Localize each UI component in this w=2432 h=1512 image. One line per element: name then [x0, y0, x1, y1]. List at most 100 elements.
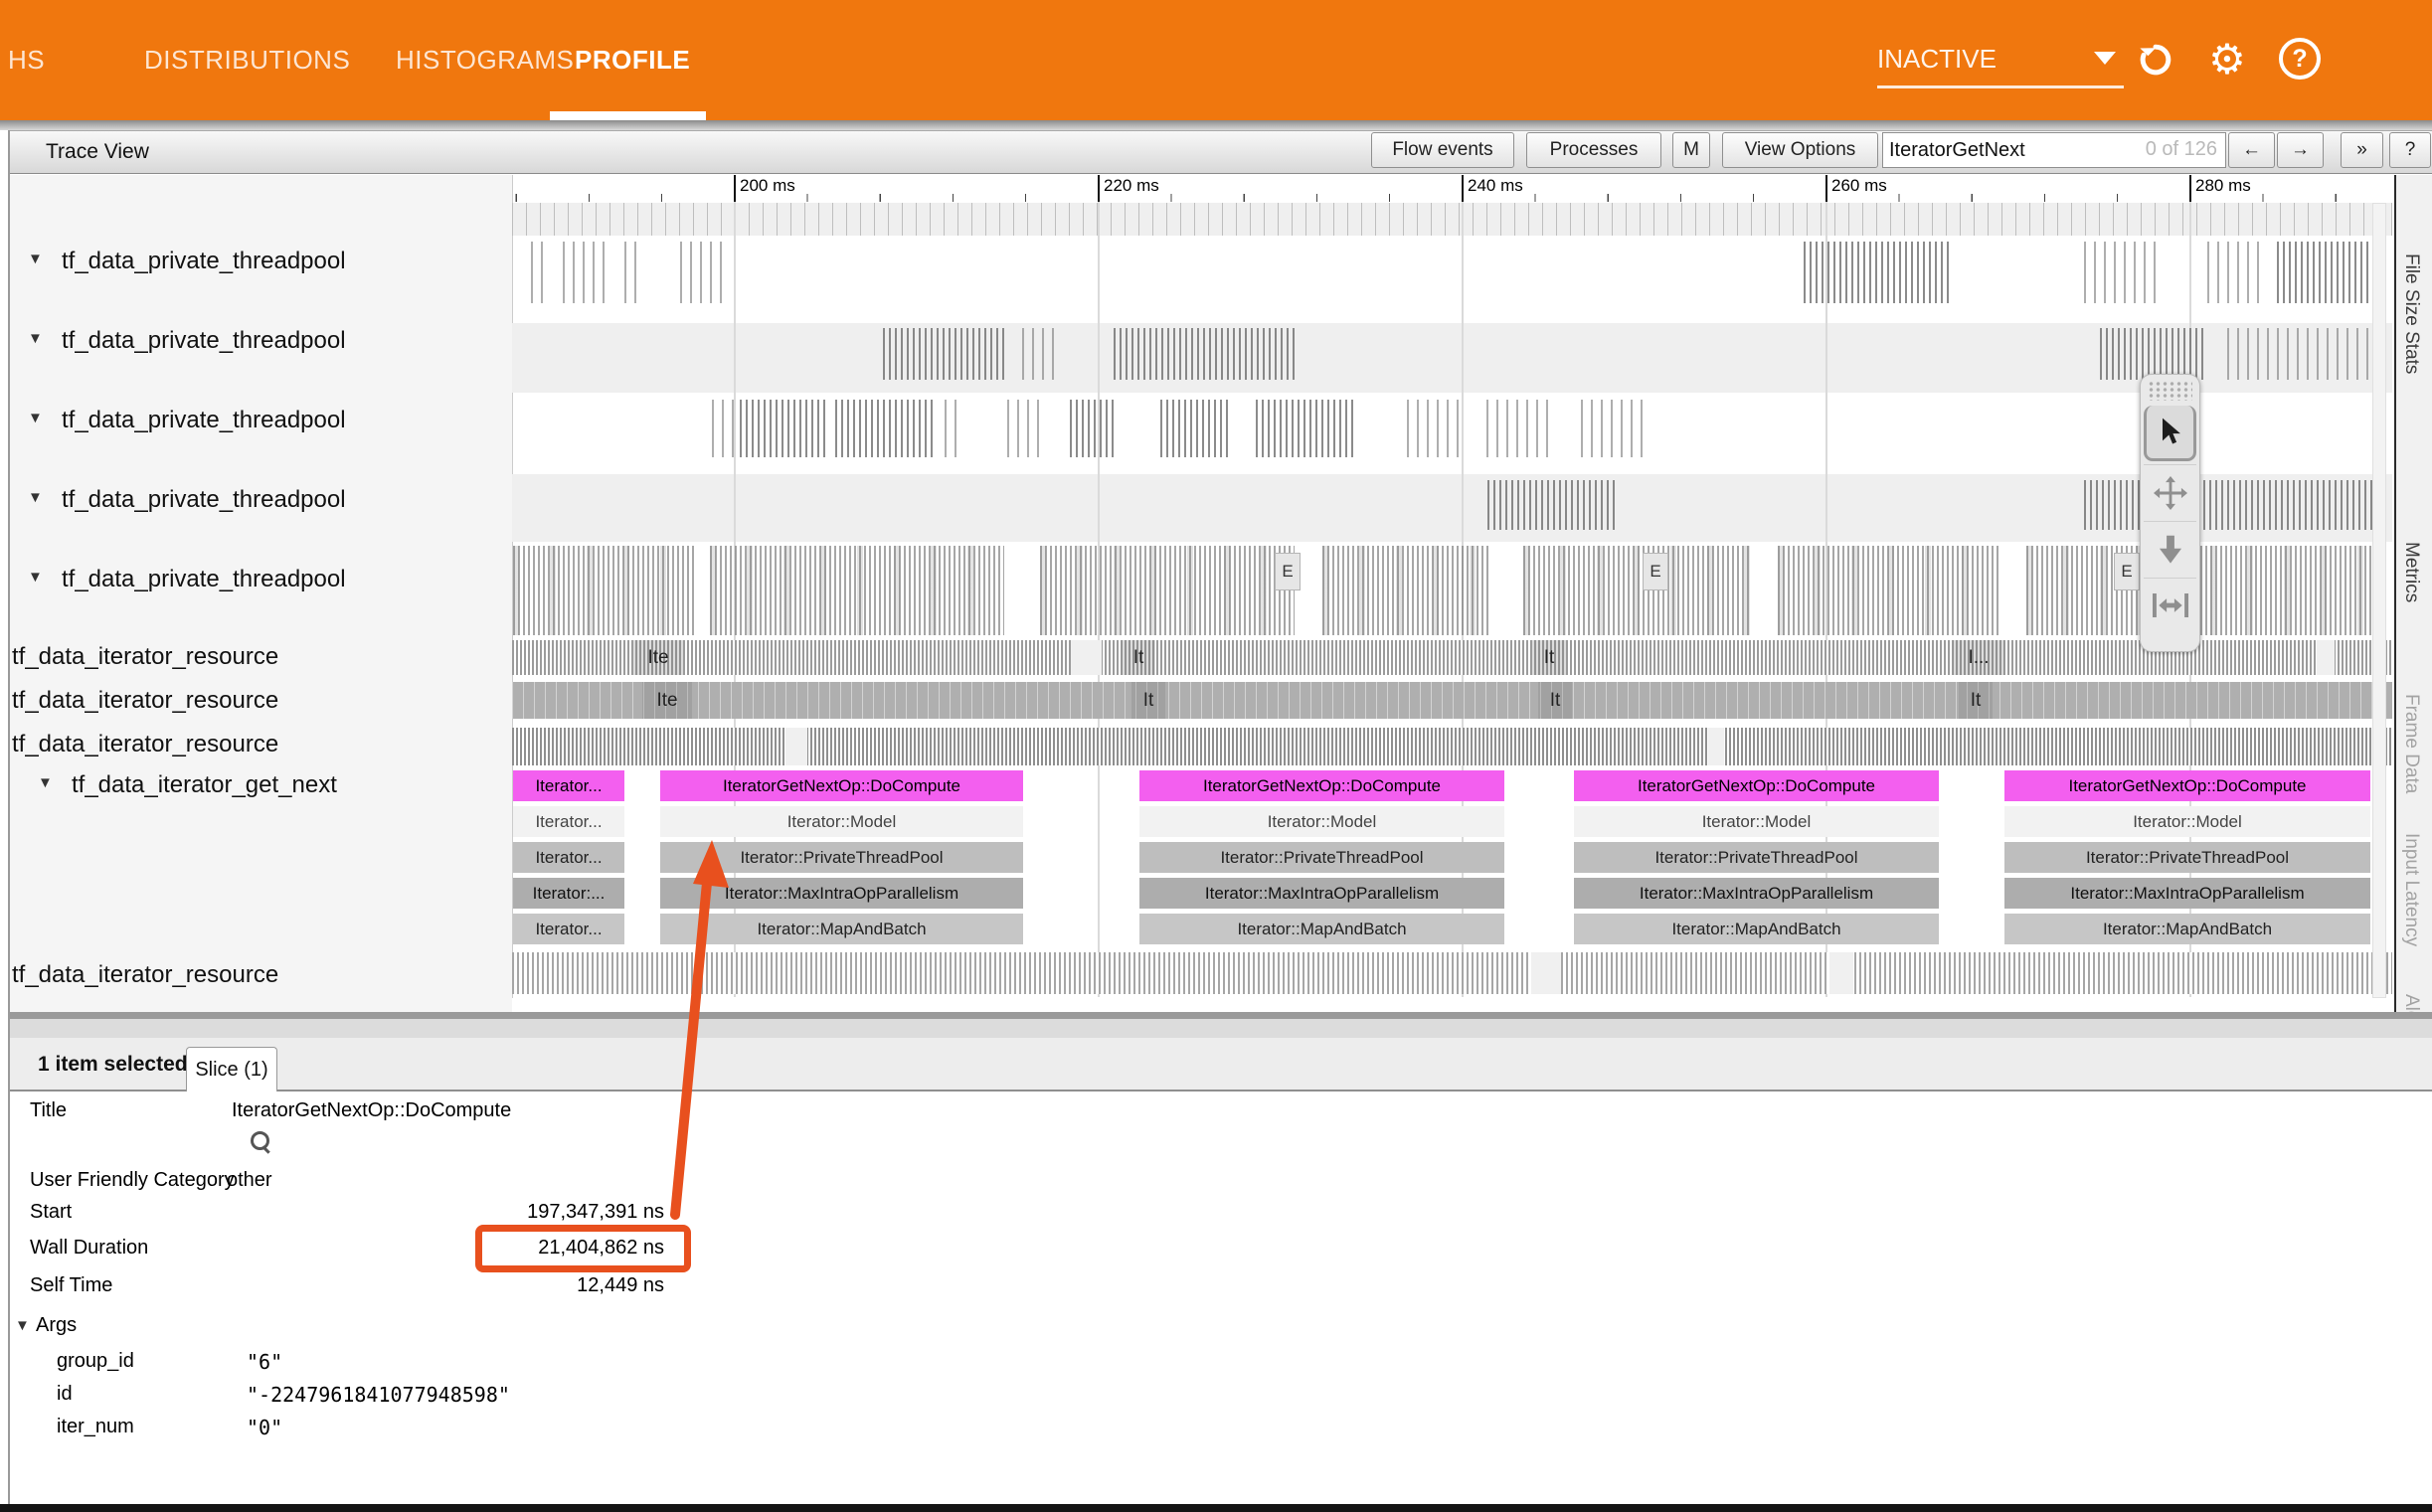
- slice-cluster: [1022, 328, 1058, 380]
- pan-tool-button[interactable]: [2144, 464, 2196, 520]
- help-icon[interactable]: ?: [2279, 38, 2321, 80]
- track-label-iterator-get-next[interactable]: tf_data_iterator_get_next: [72, 771, 337, 799]
- tab-histograms[interactable]: HISTOGRAMS: [396, 40, 574, 80]
- track-band-partial[interactable]: [512, 203, 2392, 236]
- resource-track-row-2[interactable]: [512, 682, 2392, 719]
- gear-icon[interactable]: ⚙: [2205, 38, 2249, 82]
- find-previous-button[interactable]: ←: [2228, 132, 2275, 168]
- slice-iterator-getnext[interactable]: IteratorGetNextOp::DoCompute: [660, 770, 1023, 801]
- slice-cluster: [563, 242, 605, 303]
- expand-panel-button[interactable]: »: [2341, 132, 2383, 168]
- trace-help-button[interactable]: ?: [2389, 132, 2431, 168]
- search-result-count: 0 of 126: [2146, 138, 2217, 161]
- chevron-down-icon[interactable]: [2094, 52, 2116, 65]
- collapse-arrow-icon[interactable]: ▼: [28, 569, 43, 586]
- tab-distributions[interactable]: DISTRIBUTIONS: [144, 40, 350, 80]
- slice-iterator-privatethreadpool[interactable]: Iterator::PrivateThreadPool: [2004, 842, 2370, 873]
- slice-iterator-maxintraop[interactable]: Iterator::MaxIntraOpParallelism: [660, 878, 1023, 909]
- track-label-threadpool[interactable]: tf_data_private_threadpool: [62, 327, 346, 355]
- slice-iterator-mapandbatch[interactable]: Iterator::MapAndBatch: [1139, 914, 1504, 944]
- zoom-tool-button[interactable]: [2144, 521, 2196, 577]
- track-label-iterator-resource[interactable]: tf_data_iterator_resource: [12, 961, 278, 989]
- annotation-highlight-box: [475, 1225, 691, 1272]
- slice-iterator-getnext[interactable]: Iterator...: [513, 770, 624, 801]
- args-collapse-arrow-icon[interactable]: ▼: [15, 1317, 30, 1334]
- track-label-threadpool[interactable]: tf_data_private_threadpool: [62, 566, 346, 593]
- metadata-button[interactable]: M: [1672, 132, 1710, 168]
- slice-iterator-maxintraop[interactable]: Iterator::MaxIntraOpParallelism: [1574, 878, 1939, 909]
- sidebar-item-frame-data[interactable]: Frame Data: [2400, 694, 2422, 793]
- slice-cluster: [740, 400, 828, 457]
- resource-slice-label[interactable]: It: [1131, 682, 1165, 719]
- slice-iterator-model[interactable]: Iterator::Model: [660, 806, 1023, 837]
- event-marker[interactable]: E: [2114, 553, 2140, 590]
- slice-iterator-getnext[interactable]: IteratorGetNextOp::DoCompute: [2004, 770, 2370, 801]
- resource-slice-label[interactable]: It: [1532, 640, 1566, 675]
- resource-slice-label[interactable]: It: [1538, 682, 1572, 719]
- sidebar-item-metrics[interactable]: Metrics: [2400, 542, 2422, 602]
- slice-iterator-maxintraop[interactable]: Iterator::MaxIntraOpParallelism: [1139, 878, 1504, 909]
- active-tab-underline: [550, 111, 706, 120]
- processes-button[interactable]: Processes: [1526, 132, 1661, 168]
- selection-tool-button[interactable]: [2144, 406, 2196, 461]
- panel-divider[interactable]: [10, 1012, 2432, 1038]
- slice-iterator-model[interactable]: Iterator...: [513, 806, 624, 837]
- refresh-icon[interactable]: [2134, 38, 2177, 82]
- search-box: 0 of 126: [1882, 132, 2226, 168]
- slice-cluster: [513, 546, 694, 635]
- resource-track-row-4[interactable]: [512, 952, 2392, 994]
- event-marker[interactable]: E: [1275, 553, 1301, 590]
- slice-iterator-getnext[interactable]: IteratorGetNextOp::DoCompute: [1139, 770, 1504, 801]
- collapse-arrow-icon[interactable]: ▼: [38, 774, 53, 791]
- slice-iterator-maxintraop[interactable]: Iterator:...: [513, 878, 624, 909]
- slice-iterator-mapandbatch[interactable]: Iterator::MapAndBatch: [1574, 914, 1939, 944]
- tab-profile[interactable]: PROFILE: [575, 40, 690, 80]
- slice-iterator-privatethreadpool[interactable]: Iterator...: [513, 842, 624, 873]
- resource-slice-label[interactable]: It: [1122, 640, 1155, 675]
- slice-cluster: [2084, 480, 2381, 530]
- slice-iterator-maxintraop[interactable]: Iterator::MaxIntraOpParallelism: [2004, 878, 2370, 909]
- ruler-tick-label: 200 ms: [740, 176, 795, 196]
- slice-iterator-model[interactable]: Iterator::Model: [1574, 806, 1939, 837]
- collapse-arrow-icon[interactable]: ▼: [28, 489, 43, 506]
- track-label-iterator-resource[interactable]: tf_data_iterator_resource: [12, 687, 278, 715]
- resource-slice-label[interactable]: Ite: [642, 682, 692, 719]
- slice-iterator-mapandbatch[interactable]: Iterator...: [513, 914, 624, 944]
- collapse-arrow-icon[interactable]: ▼: [28, 330, 43, 347]
- slice-iterator-model[interactable]: Iterator::Model: [1139, 806, 1504, 837]
- track-label-threadpool[interactable]: tf_data_private_threadpool: [62, 248, 346, 275]
- track-label-threadpool[interactable]: tf_data_private_threadpool: [62, 486, 346, 514]
- view-options-button[interactable]: View Options: [1722, 132, 1878, 168]
- flow-events-button[interactable]: Flow events: [1371, 132, 1514, 168]
- slice-iterator-model[interactable]: Iterator::Model: [2004, 806, 2370, 837]
- event-marker[interactable]: E: [1643, 553, 1668, 590]
- slice-cluster: [1070, 400, 1115, 457]
- slice-iterator-mapandbatch[interactable]: Iterator::MapAndBatch: [660, 914, 1023, 944]
- args-section-label[interactable]: Args: [36, 1314, 77, 1337]
- resource-slice-label[interactable]: I...: [1953, 640, 2004, 675]
- slice-iterator-mapandbatch[interactable]: Iterator::MapAndBatch: [2004, 914, 2370, 944]
- find-next-button[interactable]: →: [2277, 132, 2324, 168]
- resource-slice-label[interactable]: It: [1959, 682, 1993, 719]
- track-label-iterator-resource[interactable]: tf_data_iterator_resource: [12, 731, 278, 758]
- resource-track-row-1[interactable]: [512, 640, 2392, 675]
- palette-grip[interactable]: [2148, 381, 2192, 401]
- track-label-iterator-resource[interactable]: tf_data_iterator_resource: [12, 643, 278, 671]
- sidebar-item-file-size-stats[interactable]: File Size Stats: [2400, 253, 2422, 374]
- run-selector[interactable]: INACTIVE: [1877, 38, 2124, 80]
- vertical-scrollbar[interactable]: [2372, 203, 2386, 998]
- slice-cluster: [1322, 546, 1491, 635]
- timing-tool-button[interactable]: [2144, 578, 2196, 631]
- sidebar-item-input-latency[interactable]: Input Latency: [2400, 833, 2422, 946]
- resource-slice-label[interactable]: Ite: [633, 640, 683, 675]
- slice-iterator-privatethreadpool[interactable]: Iterator::PrivateThreadPool: [1574, 842, 1939, 873]
- slice-iterator-privatethreadpool[interactable]: Iterator::PrivateThreadPool: [1139, 842, 1504, 873]
- slice-iterator-getnext[interactable]: IteratorGetNextOp::DoCompute: [1574, 770, 1939, 801]
- track-label-threadpool[interactable]: tf_data_private_threadpool: [62, 407, 346, 434]
- search-input[interactable]: [1887, 135, 2120, 165]
- collapse-arrow-icon[interactable]: ▼: [28, 410, 43, 426]
- tab-slice[interactable]: Slice (1): [186, 1047, 277, 1092]
- slice-iterator-privatethreadpool[interactable]: Iterator::PrivateThreadPool: [660, 842, 1023, 873]
- collapse-arrow-icon[interactable]: ▼: [28, 251, 43, 267]
- tab-hs-partial[interactable]: HS: [8, 40, 45, 80]
